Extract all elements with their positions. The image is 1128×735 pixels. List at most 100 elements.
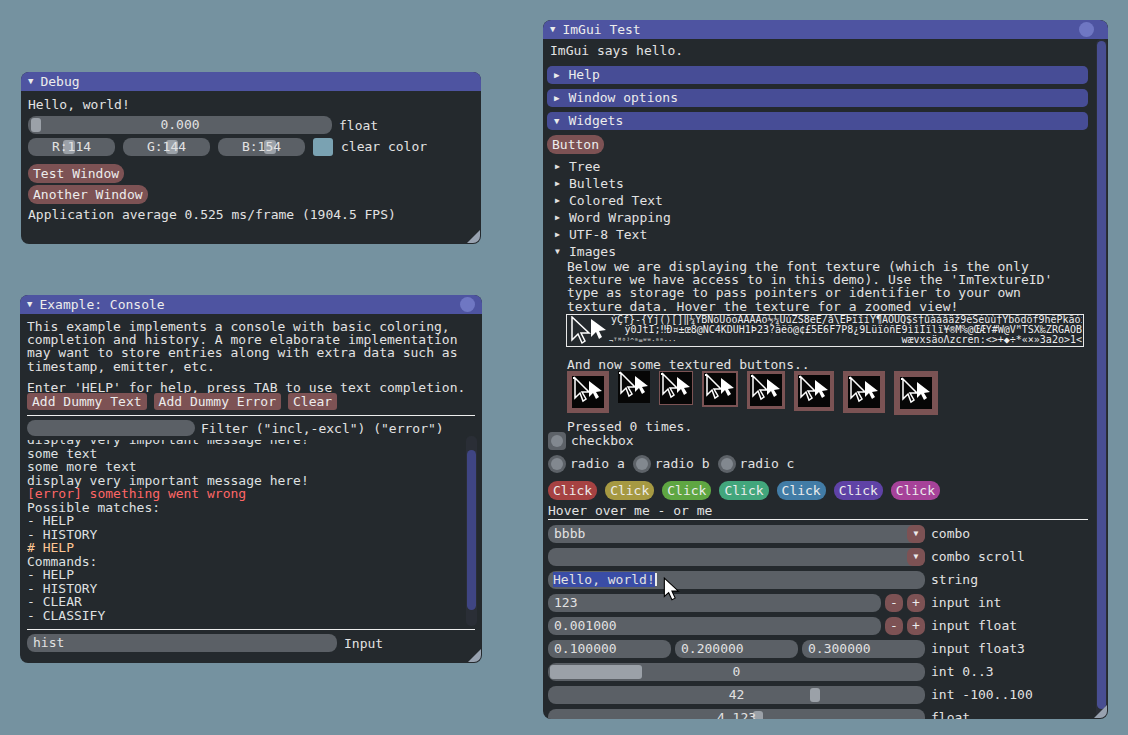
image-button[interactable] [794,371,834,411]
expand-arrow-icon: ▶ [555,175,562,192]
float-slider-2[interactable]: 4.123 [548,709,925,719]
image-button[interactable] [659,371,693,405]
float3-field[interactable]: 0.100000 [548,640,671,658]
collapsing-header[interactable]: ▶Window options [547,89,1088,107]
log-line: # HELP [27,541,461,555]
test-window-button[interactable]: Test Window [28,164,124,183]
log-line: some more text [27,460,461,474]
string-input[interactable]: Hello, world! [548,571,925,589]
click-buttons: Click Click Click Click Click Click Click [548,481,948,500]
increment-button[interactable]: + [907,617,925,635]
decrement-button[interactable]: - [885,594,903,612]
decrement-button[interactable]: - [885,617,903,635]
collapse-arrow-icon[interactable]: ▼ [27,295,32,314]
console-action-button[interactable]: Add Dummy Error [154,393,281,410]
collapse-arrow-icon[interactable]: ▼ [28,72,33,91]
int-input[interactable]: 123 [548,594,881,612]
log-line: [error] something went wrong [27,487,461,501]
click-button[interactable]: Click [719,481,768,500]
tree-node[interactable]: ▶Bullets [548,175,671,192]
int-slider[interactable]: 0 [548,663,925,681]
hello-text: Hello, world! [28,98,130,112]
tree-node-label: Tree [569,158,600,175]
radio-item[interactable]: radio c [718,455,795,473]
rgb-r-drag[interactable]: R:114 [28,138,115,156]
scrollbar-grab[interactable] [467,450,476,610]
image-button[interactable] [702,371,738,407]
another-window-button[interactable]: Another Window [28,185,148,204]
radio-label: radio a [570,455,625,473]
click-button[interactable]: Click [891,481,940,500]
scrollbar-grab[interactable] [1097,41,1106,709]
resize-grip[interactable] [467,230,480,243]
close-button[interactable] [460,297,475,312]
tree-node[interactable]: ▼Images [548,243,671,260]
tree-node[interactable]: ▶UTF-8 Text [548,226,671,243]
separator [27,415,475,416]
float-label: float [339,119,378,133]
test-scrollbar[interactable] [1096,39,1107,717]
click-button[interactable]: Click [662,481,711,500]
console-action-button[interactable]: Add Dummy Text [27,393,147,410]
int-slider-2-label: int -100..100 [931,686,1033,704]
combo-box[interactable]: bbbb ▼ [548,525,925,543]
float-slider[interactable]: 0.000 [28,116,332,134]
click-button[interactable]: Click [834,481,883,500]
float3-label: input float3 [931,640,1025,658]
texture-dot [901,378,903,380]
radio-circle[interactable] [633,455,651,473]
combo-arrow-button[interactable]: ▼ [907,525,925,543]
resize-grip[interactable] [468,649,481,662]
description-line: texture data. Hover the texture for a zo… [567,300,1052,313]
increment-button[interactable]: + [907,594,925,612]
console-input[interactable]: hist [27,634,337,652]
radio-circle[interactable] [548,455,566,473]
combo-scroll-value [548,548,925,566]
console-scrollbar[interactable] [466,436,477,626]
radio-label: radio c [740,455,795,473]
collapsing-header[interactable]: ▼Widgets [547,112,1088,130]
tree-node[interactable]: ▶Colored Text [548,192,671,209]
expand-arrow-icon: ▶ [555,226,562,243]
button-widget[interactable]: Button [547,135,604,154]
pressed-text: Pressed 0 times. [567,420,692,434]
tree-node-label: Word Wrapping [569,209,671,226]
collapsing-header[interactable]: ▶Help [547,66,1088,84]
console-title-bar[interactable]: ▼ Example: Console [20,295,482,314]
float3-field[interactable]: 0.200000 [675,640,798,658]
float3-field[interactable]: 0.300000 [802,640,925,658]
combo-arrow-button[interactable]: ▼ [907,548,925,566]
debug-title-bar[interactable]: ▼ Debug [21,72,481,91]
header-label: Help [568,66,599,84]
close-button[interactable] [1079,22,1094,37]
image-button[interactable] [843,371,885,413]
tree-node[interactable]: ▶Tree [548,158,671,175]
font-texture-image[interactable]: ýÇf}-{Ÿj()[]‖¼ÝBÑòÙõóÃÂÀÄô½¼ÙúŽŠ8éÊ/â\ÈÞ… [566,314,1084,347]
radio-circle[interactable] [718,455,736,473]
filter-input[interactable] [27,420,195,436]
console-action-button[interactable]: Clear [288,393,337,410]
click-button[interactable]: Click [777,481,826,500]
image-button[interactable] [618,371,650,403]
combo-scroll-label: combo scroll [931,548,1025,566]
test-title-bar[interactable]: ▼ ImGui Test [543,20,1108,39]
clear-color-swatch[interactable] [313,138,333,156]
radio-item[interactable]: radio b [633,455,710,473]
collapse-arrow-icon[interactable]: ▼ [550,20,555,39]
int-slider-2[interactable]: 42 [548,686,925,704]
rgb-g-drag[interactable]: G:144 [123,138,210,156]
checkbox[interactable] [548,432,566,450]
tree-node[interactable]: ▶Word Wrapping [548,209,671,226]
images-description: Below we are displaying the font texture… [567,260,1052,313]
resize-grip[interactable] [1094,705,1107,718]
image-button[interactable] [747,371,785,409]
radio-item[interactable]: radio a [548,455,625,473]
combo-scroll-box[interactable]: ▼ [548,548,925,566]
click-button[interactable]: Click [605,481,654,500]
image-button[interactable] [567,371,609,413]
console-log: display very important message here!some… [27,440,461,625]
click-button[interactable]: Click [548,481,597,500]
image-button[interactable] [894,371,938,415]
float-input[interactable]: 0.001000 [548,617,881,635]
rgb-b-drag[interactable]: B:154 [218,138,305,156]
